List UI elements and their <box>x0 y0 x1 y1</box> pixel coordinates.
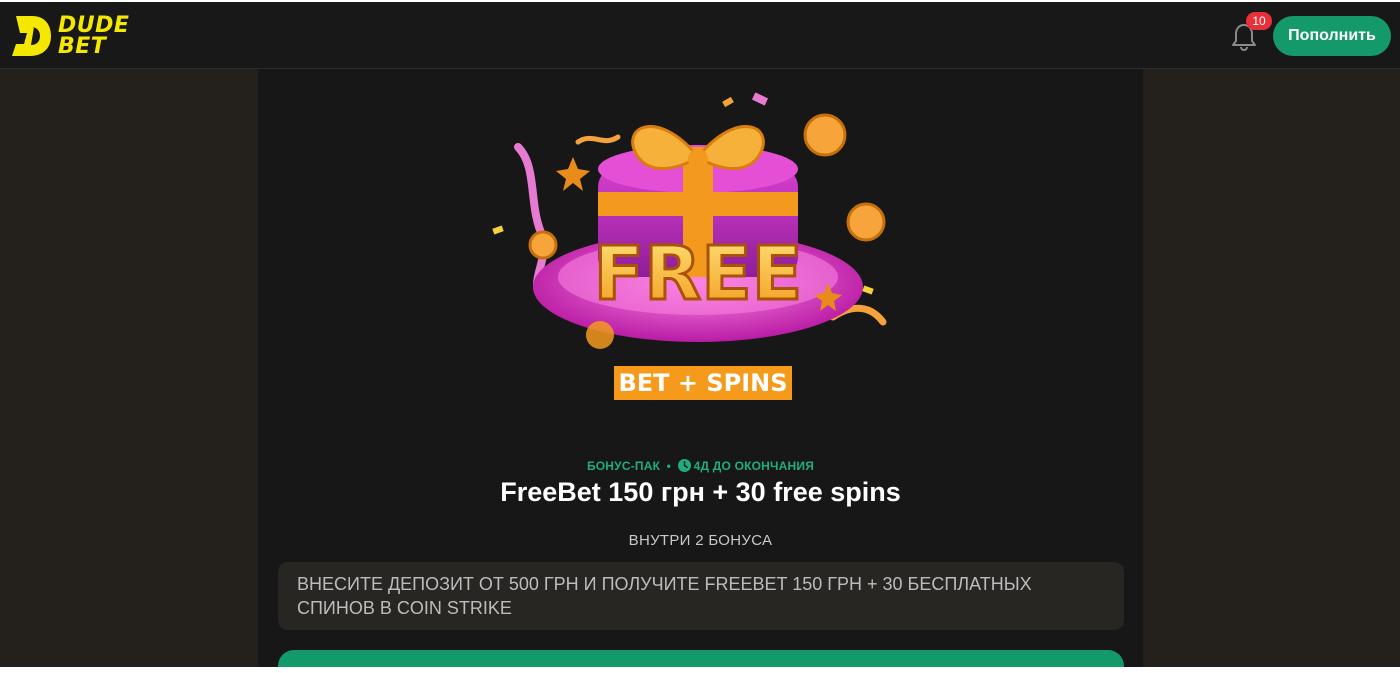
bonus-description-box: ВНЕСИТЕ ДЕПОЗИТ ОТ 500 ГРН И ПОЛУЧИТЕ FR… <box>278 562 1124 630</box>
bonus-meta: БОНУС-ПАК • 4Д ДО ОКОНЧАНИЯ <box>258 459 1143 473</box>
meta-separator: • <box>666 459 672 473</box>
logo-line-1: DUDE <box>58 13 130 38</box>
bonus-inside-count: ВНУТРИ 2 БОНУСА <box>628 532 773 549</box>
bonus-panel: FREE BET + SPINS БОНУС-ПАК • 4Д ДО ОКОНЧ… <box>258 69 1143 667</box>
bonus-description: ВНЕСИТЕ ДЕПОЗИТ ОТ 500 ГРН И ПОЛУЧИТЕ FR… <box>297 574 1032 618</box>
free-bonus-illustration: FREE BET + SPINS <box>492 92 887 400</box>
deposit-button[interactable]: Пополнить <box>1273 16 1391 56</box>
notifications-count-badge: 10 <box>1246 12 1272 30</box>
bonus-expiry-label: 4Д ДО ОКОНЧАНИЯ <box>693 459 815 473</box>
app: DUDE BET 10 Пополнить FREE BET + SPINS Б… <box>0 2 1400 667</box>
top-bar: DUDE BET 10 Пополнить <box>0 2 1400 69</box>
illustration-free-text: FREE <box>594 231 803 317</box>
illustration-bet-spins-text: BET + SPINS <box>618 369 787 397</box>
bonus-title: FreeBet 150 грн + 30 free spins <box>500 477 901 507</box>
dudebet-logo[interactable]: DUDE BET <box>10 10 140 62</box>
clock-icon <box>677 459 691 472</box>
logo-wordmark: DUDE BET <box>58 13 130 59</box>
bonus-type-label: БОНУС-ПАК <box>586 459 661 473</box>
logo-d-mark-icon <box>12 16 51 56</box>
activate-bonus-button[interactable] <box>278 650 1124 667</box>
logo-line-2: BET <box>58 34 107 59</box>
